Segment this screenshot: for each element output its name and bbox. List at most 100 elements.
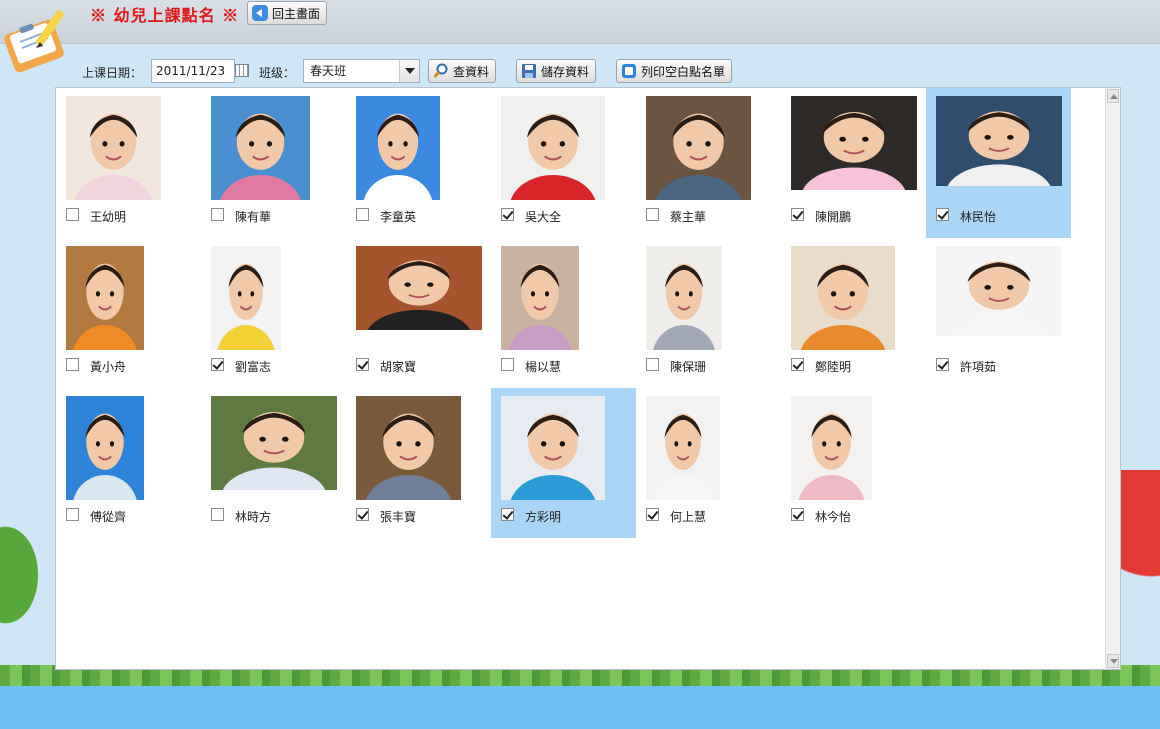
attendance-checkbox[interactable] (356, 358, 369, 371)
vertical-scrollbar[interactable] (1105, 88, 1120, 669)
child-portrait-icon (363, 113, 433, 200)
attendance-checkbox[interactable] (646, 508, 659, 521)
date-label: 上课日期： (82, 66, 143, 80)
student-card[interactable]: 楊以慧 (491, 238, 636, 388)
child-portrait-icon (802, 111, 906, 190)
attendance-checkbox[interactable] (791, 208, 804, 221)
query-button[interactable]: 查資料 (428, 59, 497, 83)
attendance-checkbox[interactable] (66, 358, 79, 371)
page-title: ※ 幼兒上課點名 ※ (90, 6, 240, 25)
child-portrait-icon (655, 113, 742, 200)
attendance-checkbox[interactable] (211, 508, 224, 521)
student-name: 張丰寶 (380, 510, 417, 524)
student-photo (646, 246, 722, 350)
calendar-icon[interactable] (235, 64, 249, 77)
decorative-mushroom (1118, 470, 1160, 670)
child-portrait-icon (510, 413, 596, 500)
student-name: 陳有華 (235, 210, 272, 224)
attendance-checkbox[interactable] (646, 208, 659, 221)
child-portrait-icon (73, 413, 137, 500)
attendance-checkbox[interactable] (791, 358, 804, 371)
student-card[interactable]: 胡家寶 (346, 238, 491, 388)
student-card[interactable]: 林時方 (201, 388, 346, 538)
student-name: 陳保珊 (670, 360, 707, 374)
student-card[interactable]: 方彩明 (491, 388, 636, 538)
student-card[interactable]: 林民怡 (926, 88, 1071, 238)
student-photo (501, 96, 605, 200)
student-card[interactable]: 鄭陸明 (781, 238, 926, 388)
child-portrait-icon (798, 413, 865, 500)
magnifier-icon (433, 63, 448, 79)
student-card[interactable]: 王幼明 (56, 88, 201, 238)
child-portrait-icon (947, 111, 1051, 186)
student-photo (356, 396, 461, 500)
attendance-checkbox[interactable] (501, 358, 514, 371)
home-button[interactable]: 回主畫面 (247, 1, 328, 25)
student-photo (66, 246, 144, 350)
class-label: 班级： (259, 66, 296, 80)
child-portrait-icon (365, 413, 452, 500)
attendance-checkbox[interactable] (646, 358, 659, 371)
child-portrait-icon (653, 263, 715, 350)
child-portrait-icon (217, 263, 275, 350)
student-name: 林今怡 (815, 510, 852, 524)
child-portrait-icon (947, 261, 1051, 336)
student-card[interactable]: 蔡主華 (636, 88, 781, 238)
student-card[interactable]: 吳大全 (491, 88, 636, 238)
student-card[interactable]: 何上慧 (636, 388, 781, 538)
student-photo (646, 396, 720, 500)
save-button-label: 儲存資料 (541, 64, 590, 79)
attendance-checkbox[interactable] (211, 208, 224, 221)
query-button-label: 查資料 (453, 64, 490, 79)
student-name: 吳大全 (525, 210, 562, 224)
print-icon (622, 64, 636, 78)
floppy-disk-icon (522, 64, 536, 78)
student-card[interactable]: 黃小舟 (56, 238, 201, 388)
scroll-up-icon[interactable] (1107, 89, 1119, 103)
student-name: 鄭陸明 (815, 360, 852, 374)
clipboard-pencil-logo-icon (4, 10, 64, 73)
student-name: 何上慧 (670, 510, 707, 524)
student-name: 蔡主華 (670, 210, 707, 224)
child-portrait-icon (652, 413, 714, 500)
child-portrait-icon (74, 113, 153, 200)
print-blank-list-button[interactable]: 列印空白點名單 (616, 59, 733, 83)
student-name: 方彩明 (525, 510, 562, 524)
attendance-checkbox[interactable] (501, 508, 514, 521)
student-card[interactable]: 李童英 (346, 88, 491, 238)
student-photo (211, 396, 337, 490)
attendance-checkbox[interactable] (66, 208, 79, 221)
class-select-value: 春天班 (310, 64, 347, 78)
child-portrait-icon (73, 263, 137, 350)
decorative-leaf (0, 500, 56, 650)
student-name: 傅從齊 (90, 510, 127, 524)
attendance-checkbox[interactable] (356, 208, 369, 221)
attendance-checkbox[interactable] (501, 208, 514, 221)
student-card[interactable]: 陳有華 (201, 88, 346, 238)
attendance-checkbox[interactable] (936, 358, 949, 371)
date-input[interactable]: 2011/11/23 (151, 59, 235, 83)
student-name: 林民怡 (960, 210, 997, 224)
scroll-down-icon[interactable] (1107, 654, 1119, 668)
attendance-checkbox[interactable] (936, 208, 949, 221)
student-card[interactable]: 張丰寶 (346, 388, 491, 538)
attendance-checkbox[interactable] (356, 508, 369, 521)
save-button[interactable]: 儲存資料 (516, 59, 597, 83)
student-card[interactable]: 許項茹 (926, 238, 1071, 388)
chevron-down-icon[interactable] (399, 60, 419, 82)
attendance-checkbox[interactable] (791, 508, 804, 521)
attendance-checkbox[interactable] (66, 508, 79, 521)
student-photo (211, 96, 310, 200)
student-card[interactable]: 劉富志 (201, 238, 346, 388)
student-card[interactable]: 陳開鵬 (781, 88, 926, 238)
student-card[interactable]: 傅從齊 (56, 388, 201, 538)
attendance-checkbox[interactable] (211, 358, 224, 371)
child-portrait-icon (510, 113, 596, 200)
class-select[interactable]: 春天班 (303, 59, 420, 83)
student-card[interactable]: 陳保珊 (636, 238, 781, 388)
student-photo (936, 246, 1062, 336)
student-card[interactable]: 林今怡 (781, 388, 926, 538)
back-arrow-icon (252, 5, 268, 21)
student-name: 林時方 (235, 510, 272, 524)
student-name: 楊以慧 (525, 360, 562, 374)
